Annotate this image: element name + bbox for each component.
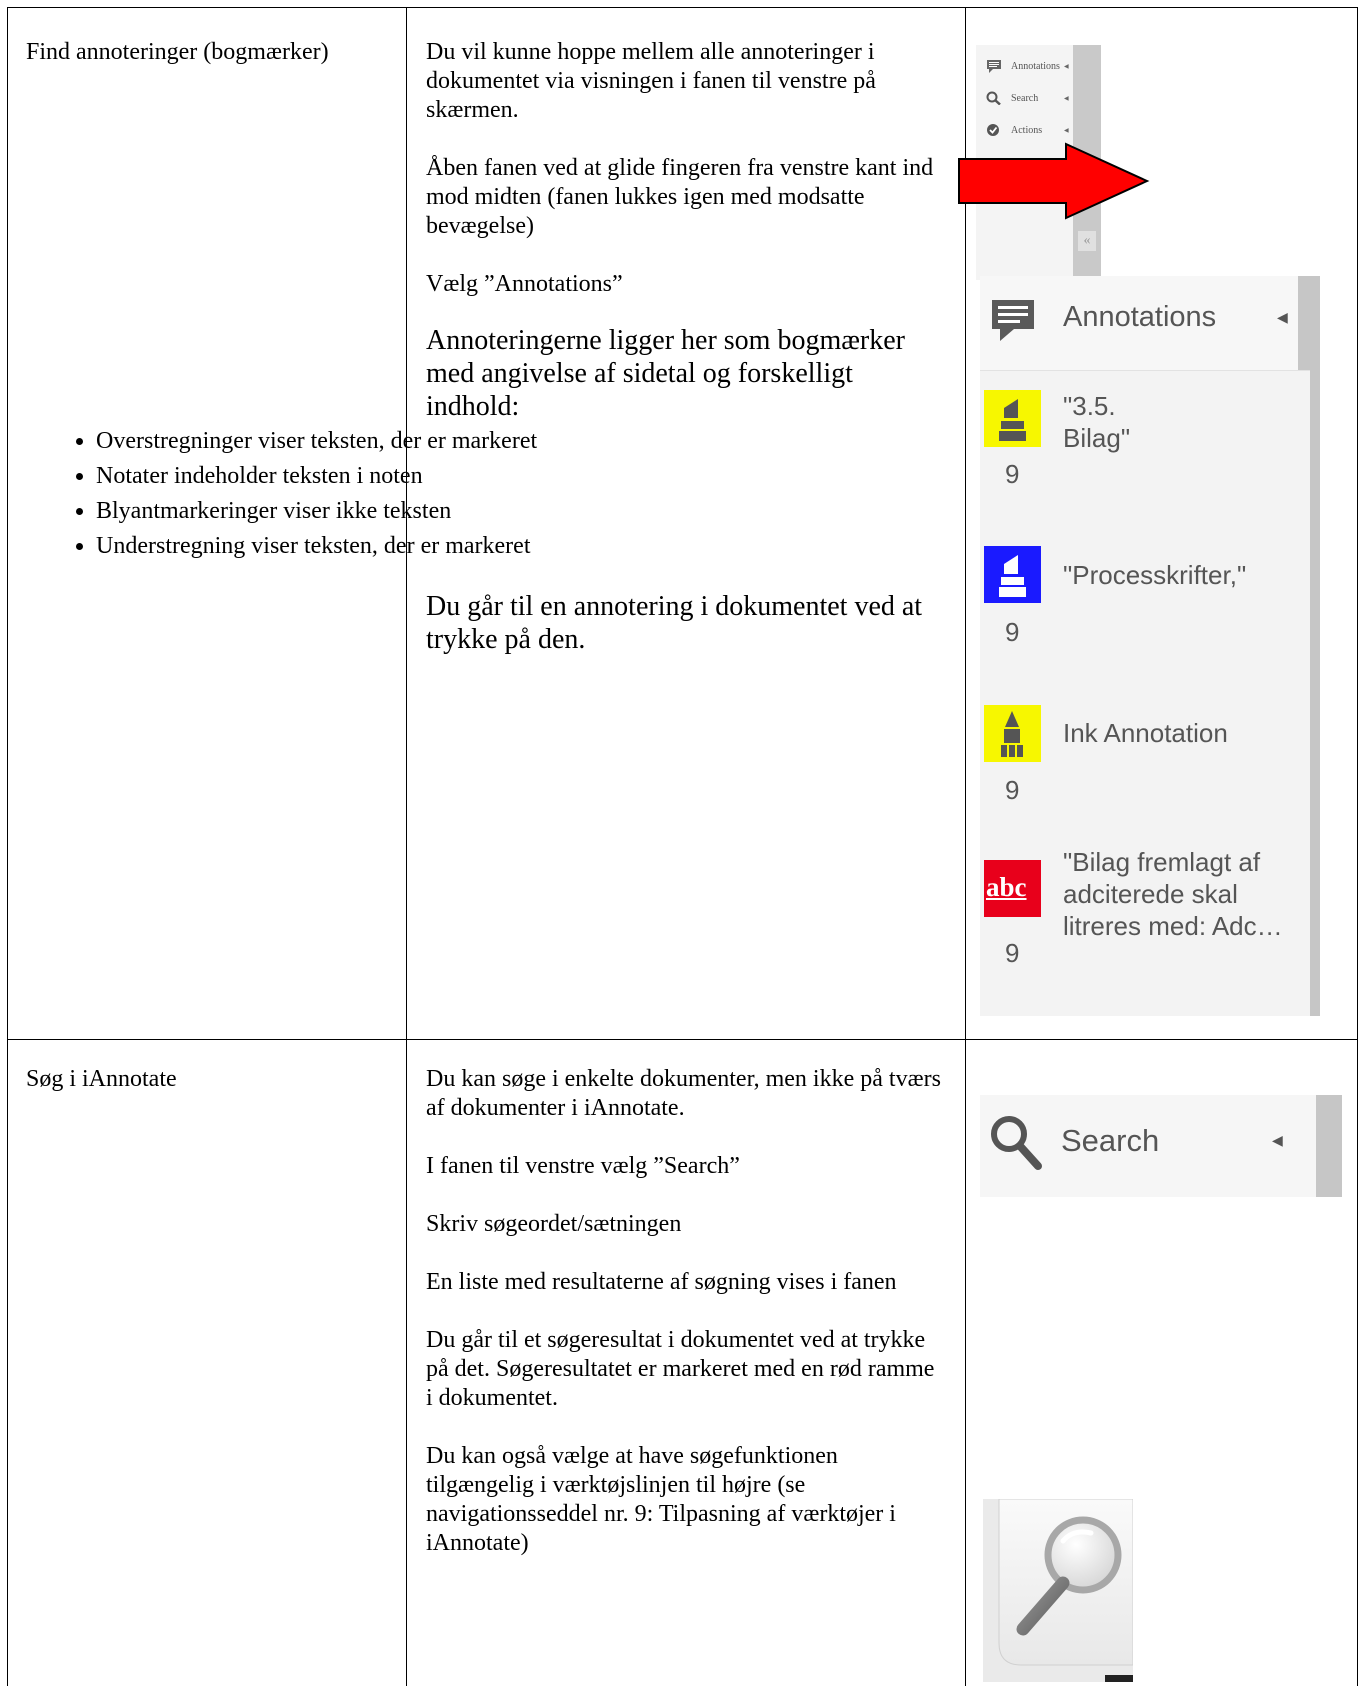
table-border-right: [1357, 7, 1358, 1686]
magnifier-icon: [986, 91, 1001, 105]
panel-scroll-bar: [1316, 1095, 1342, 1197]
small-sidebar-item-search[interactable]: Search ◀: [986, 91, 1069, 105]
instructions-search: Du kan søge i enkelte dokumenter, men ik…: [426, 1065, 946, 1587]
table-border-top: [7, 7, 1358, 8]
instruction-paragraph: Vælg ”Annotations”: [426, 271, 623, 297]
annotation-text-line: "3.5.: [1063, 391, 1116, 421]
magnifier-icon: [991, 1116, 1042, 1170]
red-arrow-icon: [958, 142, 1150, 220]
blue-highlighter-icon: [984, 546, 1041, 603]
small-sidebar-label: Annotations: [1011, 60, 1060, 72]
annotation-text: "Processkrifter,": [1063, 559, 1246, 591]
annotation-text-line: Bilag": [1063, 423, 1131, 453]
instruction-paragraph: En liste med resultaterne af søgning vis…: [426, 1269, 897, 1295]
table-column-divider-1: [406, 7, 407, 1686]
instructions-annotations: Du vil kunne hoppe mellem alle annoterin…: [96, 38, 946, 685]
table-border-middle: [7, 1039, 1358, 1040]
annotations-header[interactable]: Annotations ◀: [980, 276, 1320, 371]
panel-scroll-bar: [1298, 276, 1320, 370]
instruction-paragraph: I fanen til venstre vælg ”Search”: [426, 1153, 740, 1179]
instruction-paragraph: Du går til et søgeresultat i dokumentet …: [426, 1327, 935, 1411]
instruction-paragraph: Du kan søge i enkelte dokumenter, men ik…: [426, 1066, 941, 1121]
list-item: Notater indeholder teksten i noten: [96, 462, 946, 491]
instruction-paragraph: Skriv søgeordet/sætningen: [426, 1211, 682, 1237]
instruction-intro: Annoteringerne ligger her som bogmærker …: [426, 325, 905, 422]
double-chevron-left-icon[interactable]: «: [1078, 231, 1096, 251]
annotation-types-list: Overstregninger viser teksten, der er ma…: [1, 427, 946, 561]
annotation-page-number: 9: [1005, 775, 1020, 805]
annotation-text-line: litreres med: Adc…: [1063, 911, 1283, 941]
annotations-title: Annotations: [1063, 301, 1217, 333]
annotation-text: "3.5. Bilag": [1063, 390, 1130, 454]
speech-bubble-icon: [987, 60, 1001, 73]
collapse-arrow-icon: ◀: [1272, 1132, 1283, 1148]
collapse-arrow-icon: ◀: [1064, 63, 1069, 70]
yellow-highlighter-icon: [984, 390, 1041, 447]
annotation-text-line: Ink Annotation: [1063, 718, 1228, 748]
toolbar-search-tool-icon[interactable]: [983, 1499, 1133, 1682]
instruction-paragraph: Åben fanen ved at glide fingeren fra ven…: [426, 155, 934, 239]
collapse-arrow-icon: ◀: [1277, 309, 1288, 325]
collapse-arrow-icon: ◀: [1064, 95, 1069, 102]
yellow-pencil-icon: [984, 705, 1041, 762]
list-item: Blyantmarkeringer viser ikke teksten: [96, 497, 946, 526]
list-item: Overstregninger viser teksten, der er ma…: [96, 427, 946, 456]
search-title: Search: [1061, 1123, 1160, 1158]
annotation-text-line: "Processkrifter,": [1063, 560, 1247, 590]
list-item: Understregning viser teksten, der er mar…: [96, 532, 946, 561]
check-circle-icon: [987, 124, 999, 136]
small-sidebar-item-annotations[interactable]: Annotations ◀: [986, 59, 1069, 73]
annotation-text: Ink Annotation: [1063, 717, 1228, 749]
instruction-outro: Du går til en annotering i dokumentet ve…: [426, 591, 923, 655]
panel-scroll-bar: [1310, 370, 1320, 1016]
abc-underline-icon: abc: [984, 860, 1041, 917]
feature-label-search: Søg i iAnnotate: [26, 1066, 177, 1092]
small-sidebar-item-actions[interactable]: Actions ◀: [986, 123, 1069, 137]
annotation-text: "Bilag fremlagt af adciterede skal litre…: [1063, 846, 1283, 942]
speech-bubble-icon: [992, 300, 1034, 341]
search-panel-screenshot[interactable]: Search ◀: [980, 1095, 1342, 1197]
collapse-arrow-icon: ◀: [1064, 127, 1069, 134]
table-border-left: [7, 7, 8, 1686]
annotation-page-number: 9: [1005, 459, 1020, 489]
instruction-paragraph: Du kan også vælge at have søgefunktionen…: [426, 1443, 896, 1556]
annotations-panel-screenshot: Annotations ◀ "3.5. Bilag" 9 "Processkri…: [980, 276, 1320, 1016]
table-column-divider-2: [965, 7, 966, 1686]
feature-label-annotations: Find annoteringer (bogmærker): [26, 39, 329, 65]
annotation-text-line: adciterede skal: [1063, 879, 1238, 909]
annotation-page-number: 9: [1005, 938, 1020, 968]
small-sidebar-label: Actions: [1011, 124, 1043, 136]
annotation-page-number: 9: [1005, 617, 1020, 647]
small-sidebar-label: Search: [1011, 92, 1039, 104]
instruction-paragraph: Du vil kunne hoppe mellem alle annoterin…: [426, 39, 876, 123]
annotation-text-line: "Bilag fremlagt af: [1063, 847, 1261, 877]
abc-underline-icon-label: abc: [986, 872, 1027, 902]
